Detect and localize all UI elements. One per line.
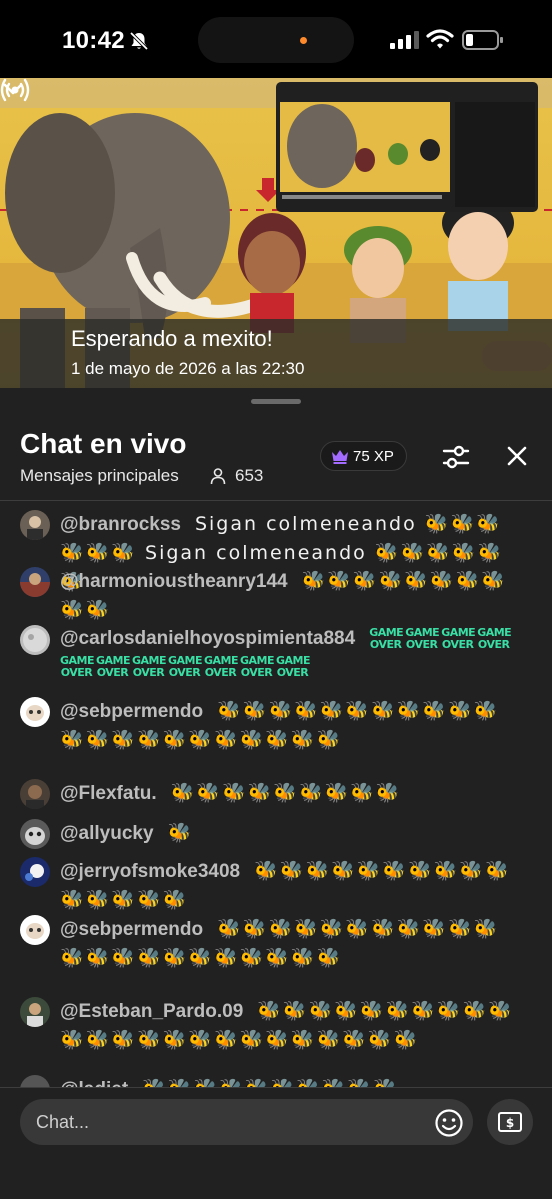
wifi-icon	[426, 29, 454, 49]
game-over-emote: GAME OVER	[369, 625, 404, 651]
game-over-emote: GAME OVER	[132, 653, 167, 679]
message-text: @Flexfatu. 🐝🐝🐝🐝🐝🐝🐝🐝🐝	[60, 779, 520, 808]
battery-icon	[462, 30, 503, 50]
chat-header: Chat en vivo Mensajes principales 653 75…	[0, 388, 552, 500]
game-over-emote: GAME OVER	[168, 653, 203, 679]
live-broadcast-icon	[0, 78, 30, 102]
message-author[interactable]: @harmonioustheanry144	[60, 571, 288, 592]
person-icon	[210, 468, 226, 485]
recording-dot	[300, 37, 307, 44]
stream-schedule: 1 de mayo de 2026 a las 22:30	[71, 359, 305, 378]
xp-value: 75 XP	[353, 448, 394, 465]
message-text: @sebpermendo 🐝🐝🐝🐝🐝🐝🐝🐝🐝🐝🐝🐝🐝🐝🐝🐝🐝🐝🐝🐝🐝🐝	[60, 697, 520, 755]
game-over-emote: GAME OVER	[204, 653, 239, 679]
game-over-emote: GAME OVER	[477, 625, 512, 651]
avatar[interactable]	[20, 625, 50, 655]
crown-icon	[332, 450, 348, 464]
game-over-emote: GAME OVER	[276, 653, 311, 679]
message-author[interactable]: @carlosdanielhoyospimienta884	[60, 628, 355, 649]
dynamic-island	[198, 17, 354, 63]
close-icon[interactable]	[506, 445, 528, 467]
message-author[interactable]: @Esteban_Pardo.09	[60, 1001, 243, 1022]
mii-character	[442, 197, 514, 331]
superchat-button[interactable]: $	[487, 1099, 533, 1145]
bell-muted-icon	[129, 31, 149, 51]
cellular-signal-icon	[390, 31, 419, 49]
sliders-icon[interactable]	[442, 444, 470, 470]
chat-title: Chat en vivo	[20, 428, 187, 459]
avatar[interactable]	[20, 1075, 50, 1087]
game-over-emote: GAME OVER	[405, 625, 440, 651]
avatar[interactable]	[20, 915, 50, 945]
message-text: @Esteban_Pardo.09 🐝🐝🐝🐝🐝🐝🐝🐝🐝🐝🐝🐝🐝🐝🐝🐝🐝🐝🐝🐝🐝🐝🐝…	[60, 997, 520, 1055]
message-author[interactable]: @ladiet	[60, 1079, 128, 1087]
chat-input-bar: $	[0, 1087, 552, 1199]
message-author[interactable]: @sebpermendo	[60, 701, 203, 722]
avatar[interactable]	[20, 567, 50, 597]
message-text: @carlosdanielhoyospimienta884 GAME OVERGAM…	[60, 625, 520, 681]
xp-badge[interactable]: 75 XP	[320, 441, 407, 471]
message-author[interactable]: @jerryofsmoke3408	[60, 861, 240, 882]
message-author[interactable]: @allyucky	[60, 823, 154, 844]
status-time: 10:42	[62, 27, 125, 54]
message-author[interactable]: @branrockss	[60, 514, 181, 535]
message-text: @jerryofsmoke3408 🐝🐝🐝🐝🐝🐝🐝🐝🐝🐝🐝🐝🐝🐝🐝	[60, 857, 520, 915]
avatar[interactable]	[20, 697, 50, 727]
drag-handle[interactable]	[251, 399, 301, 404]
video-player[interactable]: Esperando a mexito! 1 de mayo de 2026 a …	[0, 78, 552, 388]
game-over-emote: GAME OVER	[96, 653, 131, 679]
avatar[interactable]	[20, 510, 50, 540]
message-author[interactable]: @Flexfatu.	[60, 783, 157, 804]
smiley-icon[interactable]	[434, 1108, 464, 1138]
svg-text:$: $	[506, 1116, 514, 1130]
message-text: @ladiet 🐝🐝🐝🐝🐝🐝🐝🐝🐝🐝	[60, 1075, 520, 1087]
message-text: @sebpermendo 🐝🐝🐝🐝🐝🐝🐝🐝🐝🐝🐝🐝🐝🐝🐝🐝🐝🐝🐝🐝🐝🐝	[60, 915, 520, 973]
message-body: 🐝🐝🐝🐝🐝🐝🐝🐝🐝🐝	[142, 1078, 399, 1087]
chat-input[interactable]	[20, 1099, 473, 1145]
chat-mode-selector[interactable]: Mensajes principales	[20, 466, 179, 486]
message-body: 🐝	[167, 822, 194, 844]
avatar[interactable]	[20, 779, 50, 809]
message-text: @allyucky 🐝	[60, 819, 520, 848]
dollar-bill-icon: $	[498, 1112, 522, 1132]
embedded-stream-preview	[276, 82, 538, 212]
status-bar: 10:42	[0, 0, 552, 78]
message-text: @harmonioustheanry144 🐝🐝🐝🐝🐝🐝🐝🐝🐝🐝	[60, 567, 520, 625]
game-over-emote: GAME OVER	[240, 653, 275, 679]
chat-message-list[interactable]: @branrockss Sigan colmeneando 🐝🐝🐝🐝🐝🐝 Siga…	[0, 501, 552, 1087]
avatar[interactable]	[20, 819, 50, 849]
game-over-emote: GAME OVER	[441, 625, 476, 651]
stream-title: Esperando a mexito!	[71, 326, 273, 351]
avatar[interactable]	[20, 857, 50, 887]
viewer-count: 653	[235, 466, 264, 485]
message-author[interactable]: @sebpermendo	[60, 919, 203, 940]
game-over-emote: GAME OVER	[60, 653, 95, 679]
message-body: 🐝🐝🐝🐝🐝🐝🐝🐝🐝	[170, 782, 402, 804]
avatar[interactable]	[20, 997, 50, 1027]
